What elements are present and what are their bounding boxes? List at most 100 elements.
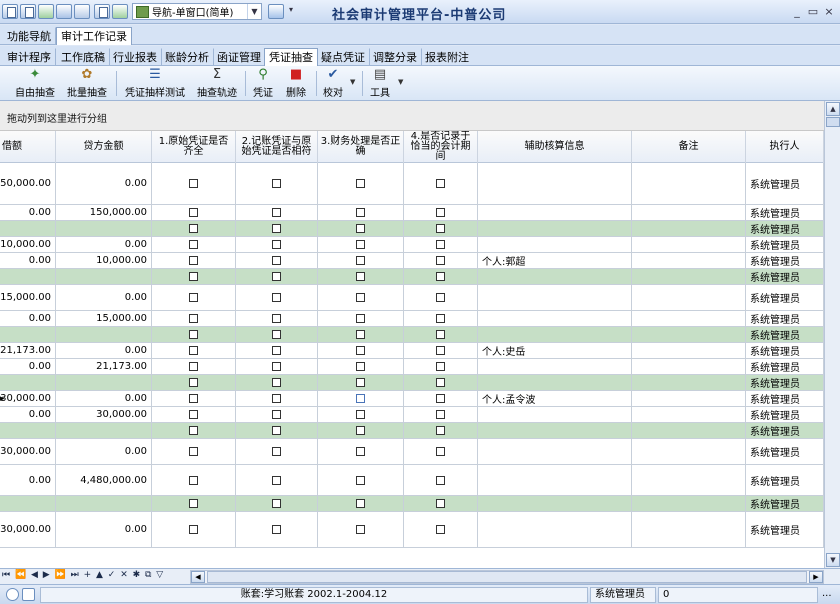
- cell-remark[interactable]: [632, 221, 746, 236]
- checkbox[interactable]: [189, 330, 198, 339]
- check-dropdown-icon[interactable]: ▼: [350, 78, 355, 86]
- checkbox[interactable]: [436, 475, 445, 485]
- cell-debit[interactable]: 0.00: [0, 311, 56, 326]
- cell-aux[interactable]: [478, 465, 632, 495]
- checkbox[interactable]: [272, 314, 281, 323]
- checkbox[interactable]: [356, 179, 365, 188]
- col-treatment-correct[interactable]: 3.财务处理是否正确: [318, 131, 404, 163]
- cell-aux[interactable]: 个人:郭超: [478, 253, 632, 268]
- drive-icon[interactable]: [74, 4, 90, 19]
- close-button[interactable]: ×: [822, 5, 836, 18]
- checkbox[interactable]: [356, 394, 365, 403]
- checkbox[interactable]: [272, 346, 281, 355]
- status-close-icon[interactable]: [6, 588, 19, 601]
- checkbox[interactable]: [356, 224, 365, 233]
- cell-credit[interactable]: 0.00: [56, 391, 152, 406]
- summary-row[interactable]: 系统管理员: [0, 375, 824, 391]
- maximize-button[interactable]: ▭: [806, 5, 820, 18]
- cell-credit[interactable]: [56, 269, 152, 284]
- checkbox[interactable]: [272, 410, 281, 419]
- add-icon[interactable]: [38, 4, 54, 19]
- cell-remark[interactable]: [632, 496, 746, 511]
- checkbox[interactable]: [272, 378, 281, 387]
- checkbox[interactable]: [189, 208, 198, 217]
- col-debit[interactable]: 借额: [0, 131, 56, 163]
- cell-credit[interactable]: [56, 423, 152, 438]
- tools-dropdown-icon[interactable]: ▼: [398, 78, 403, 86]
- table-row[interactable]: 0.00 30,000.00 系统管理员: [0, 407, 824, 423]
- cell-credit[interactable]: 21,173.00: [56, 359, 152, 374]
- summary-row[interactable]: 系统管理员: [0, 221, 824, 237]
- tab-industry-report[interactable]: 行业报表: [108, 48, 162, 66]
- group-by-panel[interactable]: 拖动列到这里进行分组: [0, 101, 824, 131]
- checkbox[interactable]: [356, 426, 365, 435]
- cell-credit[interactable]: 0.00: [56, 439, 152, 464]
- tab-voucher-sampling[interactable]: 凭证抽查: [264, 48, 318, 66]
- col-aux-info[interactable]: 辅助核算信息: [478, 131, 632, 163]
- checkbox[interactable]: [356, 314, 365, 323]
- checkbox[interactable]: [272, 426, 281, 435]
- cell-debit[interactable]: 21,173.00: [0, 343, 56, 358]
- scroll-up-icon[interactable]: ▲: [826, 102, 840, 116]
- checkbox[interactable]: [356, 256, 365, 265]
- checkbox[interactable]: [189, 293, 198, 302]
- table-row[interactable]: 15,000.00 0.00 系统管理员: [0, 285, 824, 311]
- cell-aux[interactable]: [478, 237, 632, 252]
- cell-remark[interactable]: [632, 285, 746, 310]
- cell-debit[interactable]: [0, 269, 56, 284]
- cell-credit[interactable]: [56, 375, 152, 390]
- cell-remark[interactable]: [632, 163, 746, 204]
- checkbox[interactable]: [189, 346, 198, 355]
- vertical-scroll-thumb[interactable]: [826, 117, 840, 127]
- cell-aux[interactable]: [478, 311, 632, 326]
- col-executor[interactable]: 执行人: [746, 131, 824, 163]
- cell-remark[interactable]: [632, 423, 746, 438]
- checkbox[interactable]: [272, 293, 281, 302]
- voucher-test-button[interactable]: ☰ 凭证抽样测试: [122, 68, 188, 100]
- checkbox[interactable]: [356, 272, 365, 281]
- cell-debit[interactable]: [0, 496, 56, 511]
- cell-remark[interactable]: [632, 407, 746, 422]
- checkbox[interactable]: [436, 499, 445, 508]
- checkbox[interactable]: [189, 426, 198, 435]
- delete-button[interactable]: ■ 删除: [282, 68, 310, 100]
- table-row[interactable]: 30,000.00 0.00 系统管理员: [0, 439, 824, 465]
- checkbox[interactable]: [189, 447, 198, 456]
- col-original-complete[interactable]: 1.原始凭证是否齐全: [152, 131, 236, 163]
- cell-debit[interactable]: 30,000.00: [0, 512, 56, 547]
- cell-debit[interactable]: 0.00: [0, 253, 56, 268]
- cell-credit[interactable]: 0.00: [56, 237, 152, 252]
- scroll-down-icon[interactable]: ▼: [826, 553, 840, 567]
- cell-executor[interactable]: 系统管理员: [746, 343, 824, 358]
- table-row[interactable]: 50,000.00 0.00 系统管理员: [0, 163, 824, 205]
- checkbox[interactable]: [436, 240, 445, 249]
- checkbox[interactable]: [356, 447, 365, 456]
- checkbox[interactable]: [272, 224, 281, 233]
- cell-credit[interactable]: 0.00: [56, 512, 152, 547]
- cell-remark[interactable]: [632, 237, 746, 252]
- checkbox[interactable]: [189, 499, 198, 508]
- table-row[interactable]: 30,000.00 0.00 系统管理员: [0, 512, 824, 548]
- checkbox[interactable]: [189, 314, 198, 323]
- cell-remark[interactable]: [632, 327, 746, 342]
- checkbox[interactable]: [356, 525, 365, 534]
- voucher-button[interactable]: ⚲ 凭证: [250, 68, 276, 100]
- checkbox[interactable]: [436, 208, 445, 217]
- checkbox[interactable]: [272, 208, 281, 217]
- col-voucher-match[interactable]: 2.记账凭证与原始凭证是否相符: [236, 131, 318, 163]
- cell-executor[interactable]: 系统管理员: [746, 439, 824, 464]
- checkbox[interactable]: [272, 394, 281, 403]
- cell-debit[interactable]: [0, 423, 56, 438]
- summary-row[interactable]: 系统管理员: [0, 496, 824, 512]
- table-row[interactable]: 21,173.00 0.00 个人:史岳 系统管理员: [0, 343, 824, 359]
- cell-aux[interactable]: [478, 496, 632, 511]
- checkbox[interactable]: [189, 179, 198, 188]
- cell-executor[interactable]: 系统管理员: [746, 269, 824, 284]
- cell-executor[interactable]: 系统管理员: [746, 512, 824, 547]
- cell-remark[interactable]: [632, 375, 746, 390]
- cell-credit[interactable]: [56, 327, 152, 342]
- checkbox[interactable]: [436, 426, 445, 435]
- table-row[interactable]: 0.00 10,000.00 个人:郭超 系统管理员: [0, 253, 824, 269]
- cell-remark[interactable]: [632, 343, 746, 358]
- summary-row[interactable]: 系统管理员: [0, 327, 824, 343]
